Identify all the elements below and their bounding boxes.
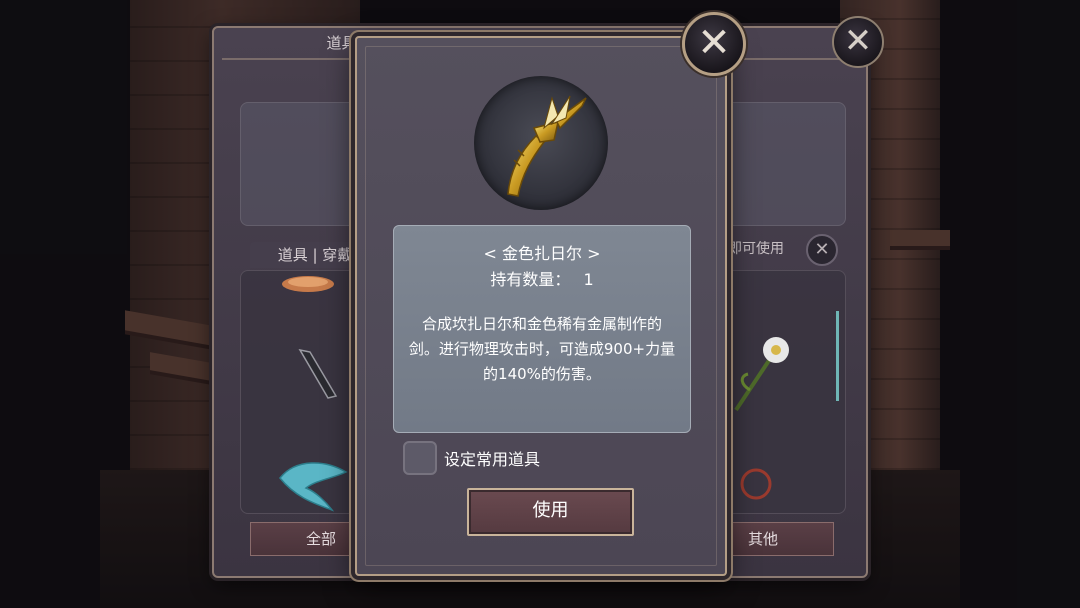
item-sprite-icon[interactable]: [278, 270, 338, 300]
item-description-box: < 金色扎日尔 > 持有数量： 1 合成坎扎日尔和金色稀有金属制作的剑。进行物理…: [393, 225, 691, 433]
use-button[interactable]: 使用: [467, 488, 634, 536]
set-favorite-label[interactable]: 设定常用道具: [444, 446, 540, 470]
item-name: < 金色扎日尔 >: [483, 244, 601, 263]
close-icon[interactable]: ✕: [806, 234, 838, 266]
quantity-label: 持有数量：: [490, 270, 571, 289]
close-icon[interactable]: ✕: [682, 12, 746, 76]
fish-blade-icon[interactable]: [276, 458, 356, 514]
quantity-row: 持有数量： 1: [394, 266, 690, 290]
set-favorite-checkbox[interactable]: [403, 441, 437, 475]
gold-sword-icon: [507, 95, 587, 197]
item-portrait: [474, 76, 608, 210]
flower-staff-icon[interactable]: [726, 334, 800, 414]
scrollbar[interactable]: [836, 311, 839, 401]
close-icon[interactable]: ✕: [832, 16, 884, 68]
amulet-icon[interactable]: [736, 464, 776, 504]
item-description: 合成坎扎日尔和金色稀有金属制作的剑。进行物理攻击时，可造成900+力量的140%…: [408, 315, 676, 383]
dagger-icon[interactable]: [292, 346, 342, 402]
quantity-value: 1: [583, 270, 594, 289]
hint-text: 具即可使用: [714, 241, 784, 257]
